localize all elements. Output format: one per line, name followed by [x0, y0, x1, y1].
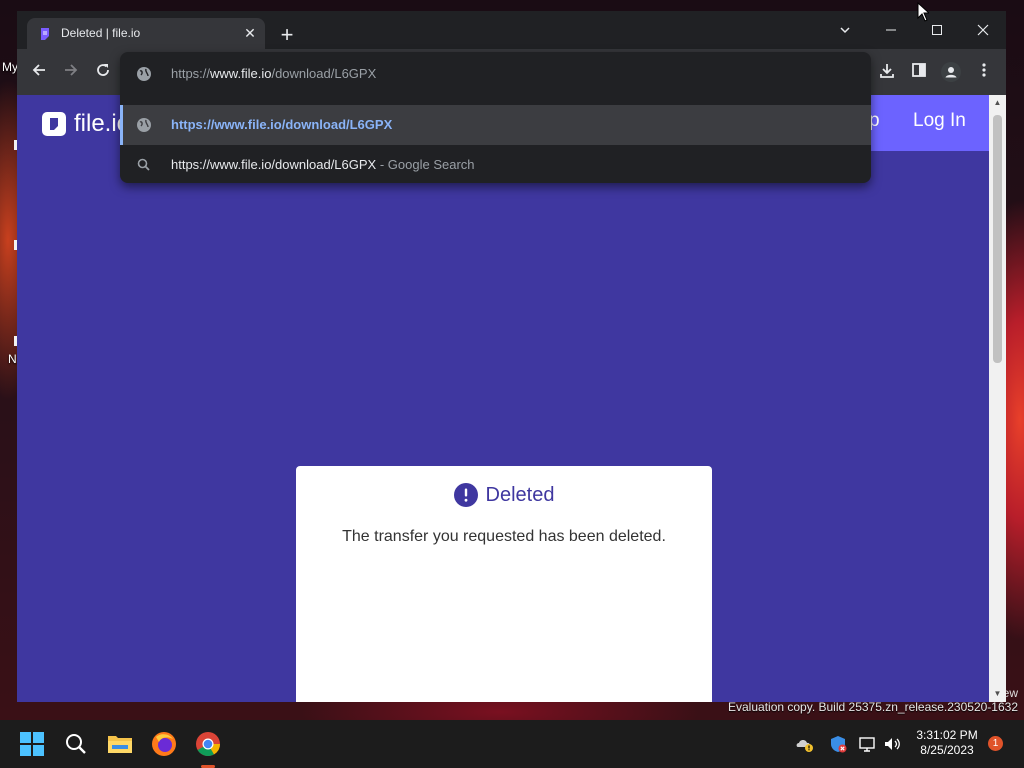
firefox-icon[interactable] — [148, 728, 180, 760]
exclamation-circle-icon — [453, 483, 478, 507]
globe-icon — [137, 67, 151, 81]
clock-time: 3:31:02 PM — [916, 728, 978, 742]
card-message: The transfer you requested has been dele… — [342, 528, 666, 545]
windows-start-icon[interactable] — [16, 728, 48, 760]
search-icon — [137, 158, 150, 171]
minimize-icon[interactable] — [876, 19, 906, 43]
address-bar-input[interactable]: https://www.file.io/download/L6GPX — [120, 52, 871, 94]
more-vert-icon[interactable] — [973, 62, 995, 84]
tab-title: Deleted | file.io — [61, 26, 141, 40]
suggestion-url: https://www.file.io/download/L6GPX — [171, 117, 393, 132]
plus-icon[interactable]: + — [275, 24, 299, 48]
desktop-icon-label[interactable]: N — [8, 352, 17, 366]
omnibox-dropdown: https://www.file.io/download/L6GPX https… — [120, 52, 871, 183]
scroll-thumb[interactable] — [993, 115, 1002, 363]
onedrive-warning-icon[interactable] — [795, 734, 815, 754]
url-host: www.file.io — [210, 66, 272, 81]
reload-icon[interactable] — [92, 62, 114, 84]
desktop-icon-label[interactable]: My — [2, 60, 18, 74]
url-prefix: https:// — [171, 66, 211, 81]
clock-date: 8/25/2023 — [920, 743, 974, 757]
system-clock[interactable]: 3:31:02 PM 8/25/2023 — [912, 728, 982, 758]
suggestion-text: https://www.file.io/download/L6GPX - Goo… — [171, 157, 475, 172]
close-icon[interactable]: ✕ — [241, 24, 259, 42]
arrow-right-icon[interactable] — [60, 62, 82, 84]
login-link[interactable]: Log In — [913, 110, 966, 132]
globe-icon — [137, 118, 151, 132]
tab-active[interactable]: Deleted | file.io ✕ — [27, 18, 265, 49]
maximize-icon[interactable] — [922, 19, 952, 43]
suggestion-query: https://www.file.io/download/L6GPX — [171, 157, 377, 172]
web-page: file.io p Log In Deleted The transfer yo… — [17, 95, 989, 702]
status-card: Deleted The transfer you requested has b… — [296, 466, 712, 702]
side-panel-icon[interactable] — [908, 62, 930, 84]
profile-icon[interactable] — [940, 62, 962, 84]
card-title: Deleted — [485, 483, 555, 506]
omnibox-suggestion[interactable]: https://www.file.io/download/L6GPX — [120, 105, 871, 145]
fileio-favicon-icon — [41, 28, 49, 40]
mouse-cursor-icon — [917, 2, 929, 22]
url-path: /download/L6GPX — [271, 66, 377, 81]
search-icon[interactable] — [60, 728, 92, 760]
download-icon[interactable] — [876, 62, 898, 84]
fileio-logo-icon[interactable] — [42, 112, 66, 136]
file-explorer-icon[interactable] — [104, 728, 136, 760]
card-heading: Deleted — [296, 483, 712, 507]
arrow-left-icon[interactable] — [28, 62, 50, 84]
scroll-down-arrow-icon[interactable]: ▼ — [989, 688, 1006, 700]
address-bar-text: https://www.file.io/download/L6GPX — [171, 66, 376, 81]
suggestion-suffix: - Google Search — [376, 157, 475, 172]
network-icon[interactable] — [858, 734, 878, 754]
taskbar: 3:31:02 PM 8/25/2023 — [0, 720, 1024, 768]
page-scrollbar[interactable]: ▲ ▼ — [989, 95, 1006, 702]
evaluation-watermark: Evaluation copy. Build 25375.zn_release.… — [728, 700, 1018, 714]
omnibox-suggestion[interactable]: https://www.file.io/download/L6GPX - Goo… — [120, 145, 871, 185]
chrome-icon[interactable] — [192, 728, 224, 760]
close-window-icon[interactable] — [968, 19, 998, 43]
defender-icon[interactable] — [828, 734, 848, 754]
scroll-up-arrow-icon[interactable]: ▲ — [989, 97, 1006, 109]
tab-search-icon[interactable] — [830, 19, 860, 43]
browser-window: Deleted | file.io ✕ + file.io p Log In D… — [17, 11, 1006, 702]
volume-icon[interactable] — [882, 734, 902, 754]
notification-badge[interactable]: 1 — [988, 736, 1003, 751]
tab-strip: Deleted | file.io ✕ + — [17, 11, 1006, 49]
selection-indicator — [120, 105, 123, 145]
